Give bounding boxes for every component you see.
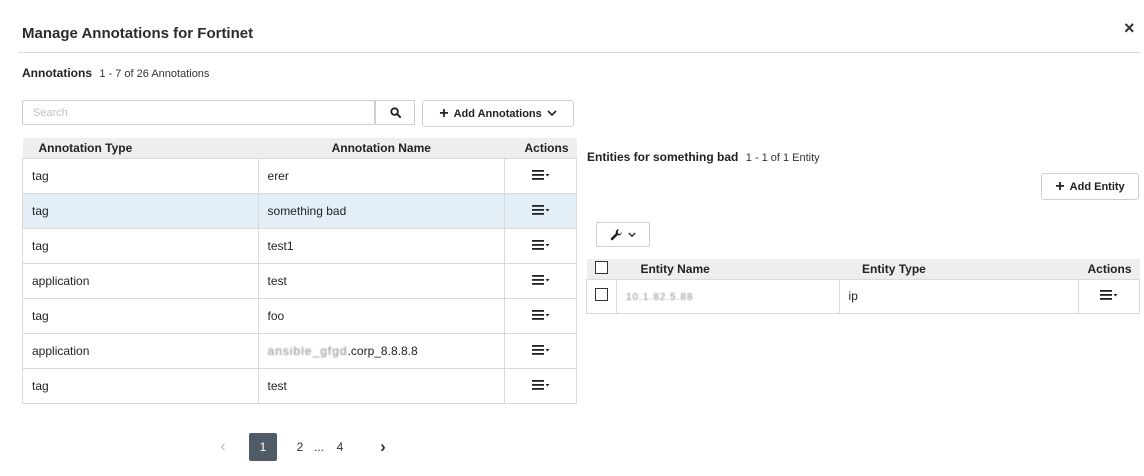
column-header-actions: Actions: [1078, 259, 1140, 280]
add-entity-button[interactable]: + Add Entity: [1041, 173, 1139, 200]
row-actions-button[interactable]: [1100, 290, 1118, 300]
table-row[interactable]: 10.1.82.5.88 ip: [586, 278, 1140, 314]
actions-cell: [504, 297, 577, 334]
entities-count: 1 - 1 of 1 Entity: [745, 152, 820, 164]
hamburger-menu-icon: [531, 344, 550, 355]
search-icon: [389, 107, 401, 118]
actions-cell: [504, 332, 577, 369]
annotations-count: 1 - 7 of 26 Annotations: [99, 68, 210, 80]
manage-annotations-dialog: Manage Annotations for Fortinet × Annota…: [0, 0, 1144, 476]
search-input[interactable]: [22, 100, 375, 125]
annotation-type-cell: application: [22, 262, 259, 299]
annotations-table: Annotation Type Annotation Name Actions …: [22, 138, 577, 404]
add-annotations-label: Add Annotations: [453, 107, 542, 120]
pagination-prev-button[interactable]: ‹: [214, 433, 232, 461]
tools-dropdown-button[interactable]: [596, 222, 650, 247]
column-header-annotation-type[interactable]: Annotation Type: [22, 138, 259, 159]
hamburger-menu-icon: [531, 239, 550, 250]
annotations-heading: Annotations 1 - 7 of 26 Annotations: [22, 66, 209, 80]
pagination-ellipsis: ...: [313, 440, 324, 454]
select-all-checkbox[interactable]: [594, 260, 608, 274]
row-actions-button[interactable]: [531, 309, 550, 320]
table-row-selected[interactable]: tag something bad: [22, 192, 577, 229]
annotation-name-suffix: .corp_8.8.8.8: [347, 343, 418, 358]
actions-cell: [504, 367, 577, 404]
redacted-text: ansible_gfgd: [267, 343, 348, 358]
annotation-name-cell: test1: [257, 227, 506, 264]
add-entity-label: Add Entity: [1069, 180, 1125, 193]
annotation-type-cell: tag: [22, 367, 259, 404]
table-row[interactable]: tag erer: [22, 157, 577, 194]
entities-label: Entities for something bad: [587, 150, 739, 164]
entity-type-cell: ip: [838, 278, 1080, 314]
row-actions-button[interactable]: [531, 239, 550, 250]
column-header-entity-name[interactable]: Entity Name: [616, 259, 840, 280]
row-checkbox[interactable]: [594, 288, 608, 301]
table-row[interactable]: tag foo: [22, 297, 577, 334]
hamburger-menu-icon: [1100, 290, 1118, 300]
annotations-label: Annotations: [22, 66, 92, 80]
row-actions-button[interactable]: [531, 169, 550, 180]
close-icon[interactable]: ×: [1124, 18, 1135, 38]
hamburger-menu-icon: [531, 274, 550, 285]
pagination-page-2[interactable]: 2: [292, 433, 308, 461]
table-header-row: Entity Name Entity Type Actions: [586, 259, 1140, 280]
hamburger-menu-icon: [531, 204, 550, 215]
annotation-name-cell: foo: [257, 297, 506, 334]
table-row[interactable]: tag test: [22, 367, 577, 404]
annotation-name-cell: test: [257, 262, 506, 299]
hamburger-menu-icon: [531, 169, 550, 180]
annotation-type-cell: application: [22, 332, 259, 369]
column-header-actions: Actions: [504, 138, 577, 159]
row-actions-button[interactable]: [531, 204, 550, 215]
row-actions-button[interactable]: [531, 344, 550, 355]
annotation-name-cell: erer: [257, 157, 506, 194]
actions-cell: [504, 192, 577, 229]
actions-cell: [504, 262, 577, 299]
annotation-type-cell: tag: [22, 192, 259, 229]
row-actions-button[interactable]: [531, 379, 550, 390]
entities-table: Entity Name Entity Type Actions 10.1.82.…: [586, 259, 1140, 314]
title-divider: [18, 52, 1140, 53]
entity-name-cell: 10.1.82.5.88: [615, 278, 840, 314]
pagination-next-button[interactable]: ›: [374, 433, 392, 461]
chevron-down-icon: [547, 110, 557, 117]
annotation-type-cell: tag: [22, 227, 259, 264]
annotation-name-cell: ansible_gfgd.corp_8.8.8.8: [257, 332, 506, 369]
hamburger-menu-icon: [531, 379, 550, 390]
column-header-annotation-name[interactable]: Annotation Name: [258, 138, 505, 159]
redacted-text: 10.1.82.5.88: [625, 292, 694, 303]
annotation-name-cell: test: [257, 367, 506, 404]
pagination-page-4[interactable]: 4: [332, 433, 348, 461]
search-button[interactable]: [375, 100, 415, 125]
dialog-title: Manage Annotations for Fortinet: [22, 25, 254, 42]
wrench-icon: [610, 229, 622, 241]
select-all-cell: [586, 259, 617, 280]
row-select-cell: [586, 278, 617, 314]
actions-cell: [1078, 278, 1140, 314]
pagination-page-1[interactable]: 1: [249, 433, 277, 461]
plus-icon: +: [439, 104, 449, 122]
plus-icon: +: [1055, 177, 1065, 195]
annotation-type-cell: tag: [22, 157, 259, 194]
row-actions-button[interactable]: [531, 274, 550, 285]
table-header-row: Annotation Type Annotation Name Actions: [22, 138, 577, 159]
table-row[interactable]: tag test1: [22, 227, 577, 264]
actions-cell: [504, 157, 577, 194]
chevron-down-icon: [628, 232, 636, 237]
actions-cell: [504, 227, 577, 264]
annotation-name-cell: something bad: [257, 192, 506, 229]
table-row[interactable]: application test: [22, 262, 577, 299]
table-row[interactable]: application ansible_gfgd.corp_8.8.8.8: [22, 332, 577, 369]
add-annotations-button[interactable]: + Add Annotations: [422, 100, 574, 127]
annotation-type-cell: tag: [22, 297, 259, 334]
hamburger-menu-icon: [531, 309, 550, 320]
column-header-entity-type[interactable]: Entity Type: [839, 259, 1079, 280]
entities-heading: Entities for something bad 1 - 1 of 1 En…: [587, 150, 820, 164]
